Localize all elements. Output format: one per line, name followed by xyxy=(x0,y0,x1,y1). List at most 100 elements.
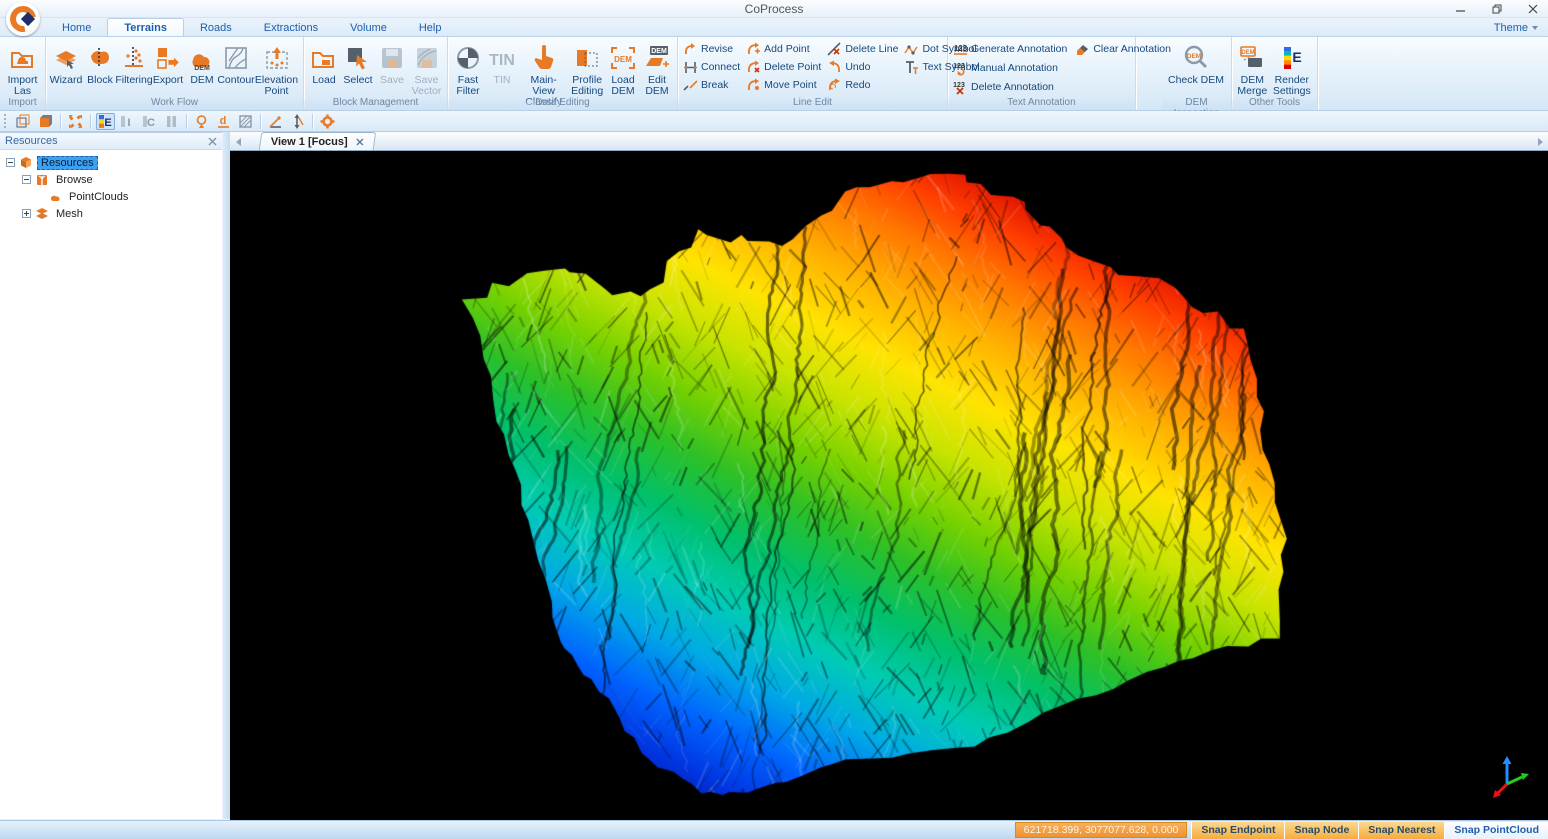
collapse-icon[interactable] xyxy=(6,158,15,167)
snap-pointcloud-button[interactable]: Snap PointCloud xyxy=(1444,822,1548,839)
generate-annotation-button[interactable]: 123Generate Annotation xyxy=(953,41,1067,57)
save-button[interactable]: Save xyxy=(375,40,409,88)
check-dem-icon: DEM xyxy=(1182,42,1210,74)
import-las-button[interactable]: Import Las xyxy=(3,40,42,99)
classification-render-icon[interactable]: C xyxy=(140,113,159,130)
ribbon-group-dem-inspection: DEM Check DEM DEM Inspection xyxy=(1162,37,1232,110)
tree-item-resources[interactable]: Resources xyxy=(6,154,222,171)
viewport-3d[interactable] xyxy=(230,151,1548,820)
mesh-icon xyxy=(35,207,49,221)
ribbon-group-data-editing: Fast Filter TIN TIN Main-View Classify P… xyxy=(448,37,678,110)
contour-button[interactable]: Contour xyxy=(219,40,253,88)
angle-measure-icon[interactable] xyxy=(266,113,285,130)
tab-roads[interactable]: Roads xyxy=(184,19,248,36)
tin-button[interactable]: TIN TIN xyxy=(485,40,519,88)
redo-button[interactable]: Redo xyxy=(827,77,898,93)
dem-button[interactable]: DEM DEM xyxy=(185,40,219,88)
svg-text:123: 123 xyxy=(954,44,968,53)
filtering-button[interactable]: Filtering xyxy=(117,40,151,88)
tab-close-icon[interactable] xyxy=(356,138,364,146)
resources-panel-header: Resources xyxy=(0,133,222,150)
connect-button[interactable]: Connect xyxy=(683,59,740,75)
ribbon-group-other-tools: DEM DEM Merge E Render Settings Other To… xyxy=(1232,37,1318,110)
break-button[interactable]: Break xyxy=(683,77,740,93)
edit-dem-button[interactable]: DEM Edit DEM xyxy=(640,40,674,99)
tab-home[interactable]: Home xyxy=(46,19,107,36)
chevron-down-icon xyxy=(1532,26,1538,30)
dem-merge-icon: DEM xyxy=(1238,42,1266,74)
wireframe-cube-icon[interactable] xyxy=(14,113,33,130)
theme-dropdown[interactable]: Theme xyxy=(1494,22,1538,34)
elevation-point-icon xyxy=(263,42,291,74)
snap-nearest-button[interactable]: Snap Nearest xyxy=(1358,822,1444,839)
clear-annotation-button[interactable]: Clear Annotation xyxy=(1075,41,1171,57)
distance-measure-icon[interactable]: d xyxy=(214,113,233,130)
save-vector-icon xyxy=(414,42,440,74)
save-vector-button[interactable]: Save Vector xyxy=(409,40,444,99)
tab-volume[interactable]: Volume xyxy=(334,19,403,36)
tab-terrains[interactable]: Terrains xyxy=(107,18,184,36)
solid-cube-icon[interactable] xyxy=(36,113,55,130)
height-measure-icon[interactable] xyxy=(288,113,307,130)
tab-scroll-right[interactable] xyxy=(1532,133,1548,150)
maximize-button[interactable] xyxy=(1490,2,1504,16)
delete-annotation-button[interactable]: 123Delete Annotation xyxy=(953,79,1171,95)
profile-editing-button[interactable]: Profile Editing xyxy=(568,40,606,99)
manual-annotation-button[interactable]: 123Manual Annotation xyxy=(953,60,1171,76)
view-tab-bar: View 1 [Focus] xyxy=(230,132,1548,151)
minimize-button[interactable] xyxy=(1454,2,1468,16)
ribbon-group-block-management: Load Select Save Save Vector Block Manag… xyxy=(304,37,448,110)
terrain-render[interactable] xyxy=(230,151,1548,820)
snap-node-button[interactable]: Snap Node xyxy=(1284,822,1358,839)
move-point-button[interactable]: Move Point xyxy=(746,77,821,93)
block-button[interactable]: Block xyxy=(83,40,117,88)
wizard-button[interactable]: Wizard xyxy=(49,40,83,88)
settings-gear-icon[interactable] xyxy=(318,113,337,130)
resources-cube-icon xyxy=(19,156,33,170)
delete-line-button[interactable]: Delete Line xyxy=(827,41,898,57)
load-button[interactable]: Load xyxy=(307,40,341,88)
revise-button[interactable]: Revise xyxy=(683,41,740,57)
toolbar-grip[interactable] xyxy=(4,114,9,128)
area-measure-icon[interactable] xyxy=(236,113,255,130)
undo-button[interactable]: Undo xyxy=(827,59,898,75)
edit-dem-icon: DEM xyxy=(642,42,672,74)
check-dem-button[interactable]: DEM Check DEM xyxy=(1165,40,1227,88)
render-settings-button[interactable]: E Render Settings xyxy=(1270,40,1314,99)
ribbon: Import Las Import Wizard Block Filtering… xyxy=(0,37,1548,111)
tree-item-pointclouds[interactable]: PointClouds xyxy=(6,188,222,205)
resources-tree: Resources Browse PointClouds Mesh xyxy=(0,150,222,222)
tab-extractions[interactable]: Extractions xyxy=(248,19,334,36)
elevation-point-button[interactable]: Elevation Point xyxy=(253,40,300,99)
tree-item-mesh[interactable]: Mesh xyxy=(6,205,222,222)
collapse-icon[interactable] xyxy=(22,175,31,184)
select-button[interactable]: Select xyxy=(341,40,375,88)
intensity-render-icon[interactable]: I xyxy=(118,113,137,130)
ribbon-group-import: Import Las Import xyxy=(0,37,46,110)
close-button[interactable] xyxy=(1526,2,1540,16)
status-bar: 621718.399, 3077077.628, 0.000 Snap Endp… xyxy=(0,820,1548,839)
dem-icon: DEM xyxy=(187,42,217,74)
panel-close-icon[interactable] xyxy=(208,137,217,146)
view-tab-active[interactable]: View 1 [Focus] xyxy=(259,132,376,150)
export-button[interactable]: Export xyxy=(151,40,185,88)
app-logo-icon[interactable] xyxy=(6,2,40,36)
bars-render-icon[interactable] xyxy=(162,113,181,130)
fast-filter-button[interactable]: Fast Filter xyxy=(451,40,485,99)
panel-splitter[interactable] xyxy=(222,132,230,819)
expand-icon[interactable] xyxy=(22,209,31,218)
snap-endpoint-button[interactable]: Snap Endpoint xyxy=(1191,822,1284,839)
load-dem-button[interactable]: DEM Load DEM xyxy=(606,40,640,99)
tab-scroll-left[interactable] xyxy=(230,133,246,150)
group-title-line-edit: Line Edit xyxy=(678,97,947,110)
viewpoint-icon[interactable] xyxy=(192,113,211,130)
tab-help[interactable]: Help xyxy=(403,19,458,36)
dem-merge-button[interactable]: DEM DEM Merge xyxy=(1235,40,1270,99)
ribbon-group-text-annotation: 123Generate Annotation Clear Annotation … xyxy=(948,37,1136,110)
elevation-render-icon[interactable]: E xyxy=(96,113,115,130)
tree-item-browse[interactable]: Browse xyxy=(6,171,222,188)
contour-icon xyxy=(222,42,250,74)
fit-view-icon[interactable] xyxy=(66,113,85,130)
delete-point-button[interactable]: Delete Point xyxy=(746,59,821,75)
add-point-button[interactable]: Add Point xyxy=(746,41,821,57)
